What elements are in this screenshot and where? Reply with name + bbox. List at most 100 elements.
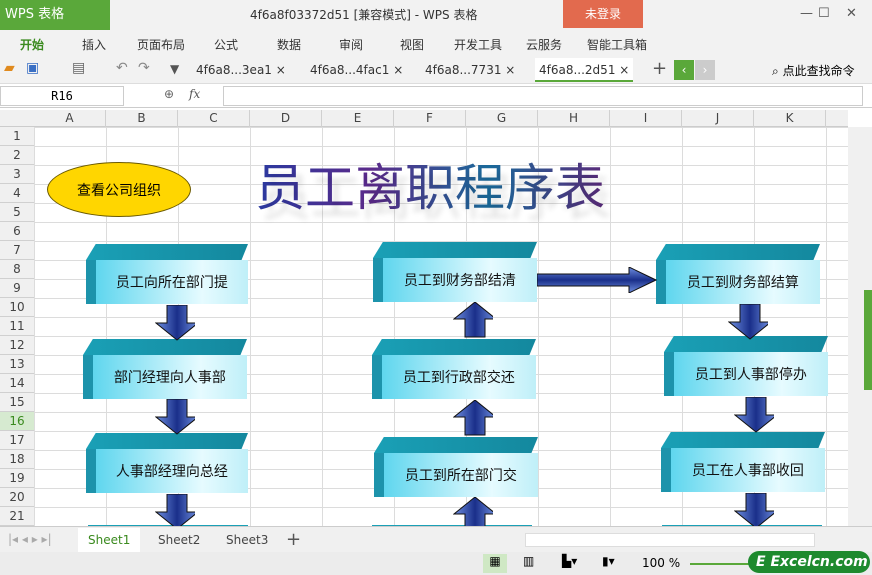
down-arrow-icon bbox=[155, 399, 195, 435]
menu-smart-tools[interactable]: 智能工具箱 bbox=[587, 36, 647, 53]
column-header-G[interactable]: G bbox=[466, 110, 538, 127]
sheet-tab-3[interactable]: Sheet3 bbox=[216, 528, 278, 552]
row-header-1[interactable]: 1 bbox=[0, 127, 34, 146]
flow-box[interactable]: 员工到财务部结清 bbox=[373, 242, 537, 302]
row-header-8[interactable]: 8 bbox=[0, 260, 34, 279]
box-side bbox=[86, 260, 96, 304]
row-header-10[interactable]: 10 bbox=[0, 298, 34, 317]
row-header-6[interactable]: 6 bbox=[0, 222, 34, 241]
row-header-13[interactable]: 13 bbox=[0, 355, 34, 374]
flow-box[interactable]: 员工到所在部门交 bbox=[374, 437, 538, 497]
row-header-3[interactable]: 3 bbox=[0, 165, 34, 184]
row-header-12[interactable]: 12 bbox=[0, 336, 34, 355]
eye-protect-icon[interactable]: ▮▾ bbox=[602, 554, 615, 568]
box-top bbox=[86, 244, 248, 260]
sheet-tab-2[interactable]: Sheet2 bbox=[148, 528, 210, 552]
formula-input[interactable] bbox=[223, 86, 863, 106]
column-header-F[interactable]: F bbox=[394, 110, 466, 127]
page-break-view-icon[interactable]: ▥ bbox=[523, 554, 534, 568]
flow-box[interactable]: 部门经理向人事部 bbox=[83, 339, 247, 399]
zoom-formula-icon[interactable]: ⊕ bbox=[164, 87, 174, 101]
sheet-tab-1[interactable]: Sheet1 bbox=[78, 528, 141, 552]
horizontal-scrollbar[interactable] bbox=[525, 533, 815, 547]
dropdown-icon[interactable]: ▼ bbox=[170, 62, 179, 76]
menu-cloud[interactable]: 云服务 bbox=[526, 36, 562, 53]
column-header-D[interactable]: D bbox=[250, 110, 322, 127]
column-header-K[interactable]: K bbox=[754, 110, 826, 127]
normal-view-icon[interactable]: ▦ bbox=[483, 554, 507, 573]
row-header-2[interactable]: 2 bbox=[0, 146, 34, 165]
menu-developer[interactable]: 开发工具 bbox=[454, 36, 502, 53]
row-header-7[interactable]: 7 bbox=[0, 241, 34, 260]
column-header-H[interactable]: H bbox=[538, 110, 610, 127]
box-top bbox=[373, 242, 537, 258]
new-tab-icon[interactable]: + bbox=[652, 58, 667, 79]
save-icon[interactable]: ▣ bbox=[26, 60, 39, 76]
column-header-I[interactable]: I bbox=[610, 110, 682, 127]
open-icon[interactable]: ▰ bbox=[4, 60, 15, 76]
box-label: 员工到所在部门交 bbox=[383, 453, 538, 497]
menu-home[interactable]: 开始 bbox=[20, 36, 44, 53]
row-header-15[interactable]: 15 bbox=[0, 393, 34, 412]
menu-insert[interactable]: 插入 bbox=[82, 36, 106, 53]
flow-box[interactable]: 员工在人事部收回 bbox=[661, 432, 825, 492]
tab-file-1[interactable]: 4f6a8...3ea1 × bbox=[192, 58, 290, 82]
box-label: 部门经理向人事部 bbox=[92, 355, 247, 399]
undo-icon[interactable]: ↶ bbox=[116, 60, 128, 76]
row-header-18[interactable]: 18 bbox=[0, 450, 34, 469]
menu-page-layout[interactable]: 页面布局 bbox=[137, 36, 185, 53]
box-top bbox=[656, 244, 820, 260]
row-header-17[interactable]: 17 bbox=[0, 431, 34, 450]
tab-file-3[interactable]: 4f6a8...7731 × bbox=[421, 58, 519, 82]
column-header-J[interactable]: J bbox=[682, 110, 754, 127]
print-icon[interactable]: ▤ bbox=[72, 60, 85, 76]
box-side bbox=[83, 355, 93, 399]
zoom-slider[interactable] bbox=[690, 563, 750, 565]
login-button[interactable]: 未登录 bbox=[563, 0, 643, 28]
box-side bbox=[656, 260, 666, 304]
close-icon[interactable]: ✕ bbox=[846, 0, 857, 28]
row-header-19[interactable]: 19 bbox=[0, 469, 34, 488]
maximize-icon[interactable]: ☐ bbox=[818, 0, 830, 28]
row-header-5[interactable]: 5 bbox=[0, 203, 34, 222]
add-sheet-icon[interactable]: + bbox=[286, 529, 301, 550]
flow-box[interactable]: 员工到人事部停办 bbox=[664, 336, 828, 396]
row-header-14[interactable]: 14 bbox=[0, 374, 34, 393]
menu-view[interactable]: 视图 bbox=[400, 36, 424, 53]
box-side bbox=[372, 355, 382, 399]
name-box[interactable]: R16 bbox=[0, 86, 124, 106]
tab-next-icon[interactable]: › bbox=[695, 60, 715, 80]
tab-file-4[interactable]: 4f6a8...2d51 × bbox=[535, 58, 634, 82]
column-header-B[interactable]: B bbox=[106, 110, 178, 127]
flow-box[interactable]: 员工到财务部结算 bbox=[656, 244, 820, 304]
column-header-A[interactable]: A bbox=[34, 110, 106, 127]
menu-data[interactable]: 数据 bbox=[277, 36, 301, 53]
flow-box[interactable]: 员工向所在部门提 bbox=[86, 244, 248, 304]
column-header-E[interactable]: E bbox=[322, 110, 394, 127]
row-header-11[interactable]: 11 bbox=[0, 317, 34, 336]
row-header-9[interactable]: 9 bbox=[0, 279, 34, 298]
column-header-C[interactable]: C bbox=[178, 110, 250, 127]
flow-box[interactable]: 人事部经理向总经 bbox=[86, 433, 248, 493]
redo-icon[interactable]: ↷ bbox=[138, 60, 150, 76]
wps-menu-button[interactable]: WPS 表格 bbox=[0, 0, 110, 30]
view-org-button[interactable]: 查看公司组织 bbox=[47, 162, 191, 217]
reading-mode-icon[interactable]: ▙▾ bbox=[562, 554, 577, 568]
flow-box[interactable]: 员工到行政部交还 bbox=[372, 339, 536, 399]
row-header-16[interactable]: 16 bbox=[0, 412, 34, 431]
watermark-logo: E Excelcn.com bbox=[748, 551, 870, 573]
zoom-level[interactable]: 100 % bbox=[642, 556, 680, 570]
minimize-icon[interactable]: — bbox=[800, 0, 813, 28]
row-header-4[interactable]: 4 bbox=[0, 184, 34, 203]
menu-formula[interactable]: 公式 bbox=[214, 36, 238, 53]
tab-prev-icon[interactable]: ‹ bbox=[674, 60, 694, 80]
sheet-nav-icons[interactable]: |◂ ◂ ▸ ▸| bbox=[8, 532, 52, 546]
search-command[interactable]: ⌕ 点此查找命令 bbox=[772, 62, 855, 79]
row-header-20[interactable]: 20 bbox=[0, 488, 34, 507]
sheet-title: 员工离职程序表 bbox=[255, 148, 605, 220]
fx-icon[interactable]: fx bbox=[189, 87, 200, 101]
side-panel-toggle[interactable] bbox=[864, 290, 872, 390]
row-header-21[interactable]: 21 bbox=[0, 507, 34, 526]
menu-review[interactable]: 审阅 bbox=[339, 36, 363, 53]
tab-file-2[interactable]: 4f6a8...4fac1 × bbox=[306, 58, 407, 82]
